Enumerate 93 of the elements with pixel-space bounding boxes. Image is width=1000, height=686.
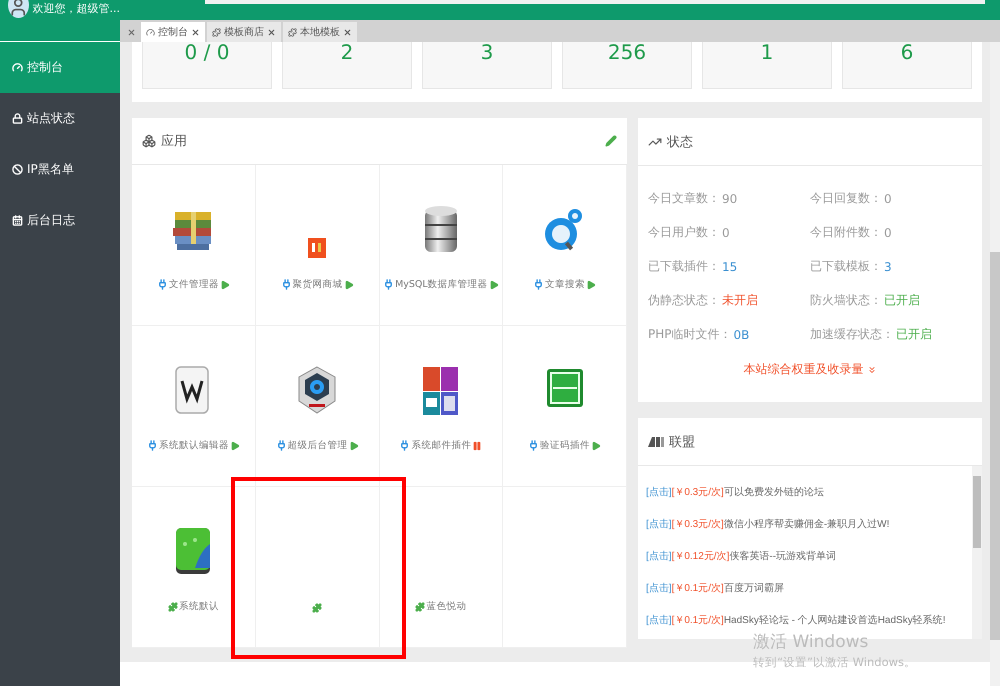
puzzle-icon <box>212 28 221 36</box>
scrollbar[interactable] <box>972 466 982 639</box>
stat-value: 0B <box>734 328 750 342</box>
stat-value: 已开启 <box>884 292 920 309</box>
stat-label: 今日文章数： <box>648 190 720 207</box>
stat-value: 未开启 <box>722 292 758 309</box>
stat-label: 今日回复数： <box>810 190 882 207</box>
stat-label: PHP临时文件： <box>648 326 732 343</box>
stat-card: 256 <box>562 42 692 89</box>
play-icon[interactable] <box>230 440 240 450</box>
ad-link[interactable]: [点击][￥0.3元/次]可以免费发外链的论坛 <box>646 484 972 502</box>
play-icon[interactable] <box>220 280 230 290</box>
puzzle-icon <box>415 602 426 612</box>
app-label[interactable]: 系统默认 <box>168 600 219 613</box>
play-icon[interactable] <box>586 280 596 290</box>
plug-icon <box>156 279 168 290</box>
app-label[interactable]: 文章搜索 <box>533 278 596 291</box>
calendar-icon <box>12 215 23 226</box>
stat-label: 今日用户数： <box>648 224 720 241</box>
tab[interactable]: 控制台 <box>141 22 205 42</box>
plug-icon <box>528 440 540 451</box>
stat-value: 90 <box>722 192 738 206</box>
plug-icon <box>276 440 287 451</box>
close-icon <box>127 28 136 36</box>
app-label[interactable]: 聚货网商城 <box>280 278 354 291</box>
stat-card: 0 / 0 <box>142 42 272 89</box>
chevrons-down-icon <box>866 364 876 374</box>
tab[interactable]: 模板商店 <box>207 22 281 42</box>
stat-label: 防火墙状态： <box>810 292 882 309</box>
ad-link[interactable]: [点击][￥0.1元/次]百度万词霸屏 <box>646 580 972 598</box>
app-label[interactable]: MySQL数据库管理器 <box>383 278 499 291</box>
logo-icon <box>308 238 326 258</box>
close-icon[interactable] <box>191 28 200 36</box>
stat-value: 3 <box>884 260 892 274</box>
stat-value: 0 <box>884 192 892 206</box>
stat-card: 3 <box>422 42 552 89</box>
app-label[interactable]: 验证码插件 <box>528 439 602 452</box>
stat-value: 0 <box>722 226 730 240</box>
app-label[interactable]: 超级后台管理 <box>276 439 359 452</box>
stat-value: 已开启 <box>896 326 932 343</box>
puzzle-icon <box>168 602 178 612</box>
plug-icon <box>280 279 292 290</box>
plug-icon <box>533 279 544 290</box>
plug-icon <box>146 440 158 451</box>
stat-card: 6 <box>842 42 972 89</box>
sidebar-item[interactable]: IP黑名单 <box>0 144 120 195</box>
app-label[interactable]: 蓝色悦动 <box>415 600 466 613</box>
stat-value: 15 <box>722 260 738 274</box>
stat-label: 已下载插件： <box>648 258 720 275</box>
stat-value: 0 <box>884 226 892 240</box>
play-icon[interactable] <box>348 440 359 450</box>
welcome-text: 欢迎您，超级管... <box>32 1 120 16</box>
tab[interactable]: 本地模板 <box>283 22 357 42</box>
sidebar-item[interactable]: 后台日志 <box>0 195 120 246</box>
pause-icon[interactable] <box>472 440 482 450</box>
boxes-icon <box>142 134 156 148</box>
play-icon[interactable] <box>488 280 499 290</box>
sidebar-item[interactable]: 控制台 <box>0 42 120 93</box>
app-label[interactable]: 系统邮件插件 <box>399 439 482 452</box>
pencil-icon[interactable] <box>605 135 617 147</box>
ad-link[interactable]: [点击][￥0.12元/次]侠客英语--玩游戏背单词 <box>646 548 972 566</box>
plug-icon <box>383 279 394 290</box>
panel-title: 应用 <box>161 133 187 150</box>
stat-label: 今日附件数： <box>810 224 882 241</box>
stat-card: 2 <box>282 42 412 89</box>
plug-icon <box>399 440 410 451</box>
page-scrollbar[interactable] <box>990 42 1000 686</box>
stat-label: 已下载模板： <box>810 258 882 275</box>
app-label[interactable] <box>312 603 322 613</box>
puzzle-icon <box>312 603 322 613</box>
play-icon[interactable] <box>591 440 602 450</box>
sidebar-item[interactable]: 站点状态 <box>0 93 120 144</box>
stat-card: 1 <box>702 42 832 89</box>
panel-title: 状态 <box>667 134 693 150</box>
ad-link[interactable]: [点击][￥0.1元/次]HadSky轻论坛 - 个人网站建设首选HadSky轻系统! <box>646 612 972 630</box>
lock-icon <box>12 113 23 124</box>
notice-text: 转到“设置”以激活 Windows。 <box>753 655 916 670</box>
close-icon[interactable] <box>267 28 276 36</box>
ban-icon <box>12 164 23 175</box>
more-link[interactable]: 本站综合权重及收录量 <box>744 361 876 378</box>
notice-title: 激活 Windows <box>753 631 870 653</box>
panel-title: 联盟 <box>669 434 695 450</box>
ad-link[interactable]: [点击][￥0.3元/次]微信小程序帮卖赚佣金-兼职月入过W! <box>646 516 972 534</box>
stat-label: 加速缓存状态： <box>810 326 894 343</box>
gauge-icon <box>12 62 23 73</box>
puzzle-icon <box>288 28 297 36</box>
stat-label: 伪静态状态： <box>648 292 720 309</box>
app-label[interactable]: 系统默认编辑器 <box>146 439 240 452</box>
ad-icon <box>648 436 664 446</box>
close-icon[interactable] <box>343 28 352 36</box>
play-icon[interactable] <box>344 280 354 290</box>
gauge-icon <box>146 28 155 36</box>
app-label[interactable]: 文件管理器 <box>156 278 230 291</box>
